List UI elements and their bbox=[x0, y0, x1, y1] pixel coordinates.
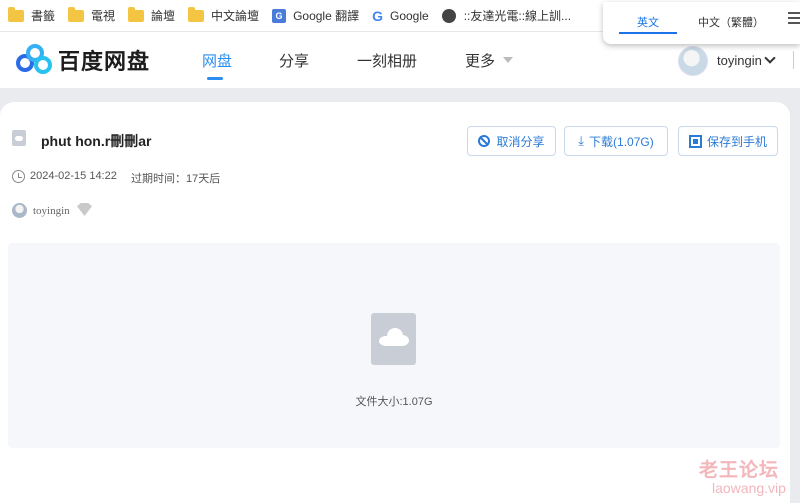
cancel-icon bbox=[478, 135, 491, 147]
translate-popup: 英文 中文（繁體） bbox=[603, 2, 800, 44]
download-label: 下载(1.07G) bbox=[589, 134, 654, 149]
folder-icon bbox=[188, 6, 205, 22]
bookmark-label: Google bbox=[389, 8, 429, 23]
google-translate-icon: G bbox=[272, 8, 287, 23]
bookmark-label: 書籤 bbox=[31, 9, 56, 23]
bookmark-label: Google 翻譯 bbox=[293, 9, 360, 23]
file-icon bbox=[12, 130, 26, 146]
nav-netdisk[interactable]: 网盘 bbox=[202, 50, 232, 71]
nav-share[interactable]: 分享 bbox=[279, 50, 309, 71]
watermark-english: laowang.vip bbox=[712, 480, 786, 496]
clock-icon bbox=[12, 170, 25, 183]
bookmark-item[interactable]: G Google 翻譯 bbox=[272, 7, 359, 24]
file-size: 文件大小:1.07G bbox=[355, 396, 433, 408]
bookmark-item[interactable]: 論壇 bbox=[128, 6, 176, 24]
nav-photos[interactable]: 一刻相册 bbox=[357, 50, 417, 71]
folder-icon bbox=[8, 6, 24, 22]
download-icon: ⤓ bbox=[578, 133, 585, 148]
google-icon: G bbox=[372, 7, 383, 24]
cancel-share-button[interactable]: 取消分享 bbox=[467, 126, 556, 156]
folder-icon bbox=[128, 6, 145, 22]
menu-icon[interactable] bbox=[788, 12, 800, 27]
nav-active-indicator bbox=[207, 77, 223, 80]
save-to-phone-label: 保存到手机 bbox=[706, 134, 767, 149]
cloud-icon bbox=[379, 328, 409, 346]
baidu-pan-logo[interactable]: 百度网盘 bbox=[16, 44, 150, 76]
username[interactable]: toyingin bbox=[717, 53, 762, 68]
share-time: 2024-02-15 14:22 bbox=[30, 170, 117, 182]
sharer-avatar bbox=[12, 203, 27, 218]
nav-more[interactable]: 更多 bbox=[465, 50, 495, 71]
watermark-chinese: 老王论坛 bbox=[699, 460, 780, 481]
sharer-name: toyingin bbox=[33, 205, 70, 217]
bookmark-label: 中文論壇 bbox=[211, 9, 260, 23]
expire-time: 过期时间：17天后 bbox=[131, 173, 221, 185]
logo-icon bbox=[16, 44, 52, 76]
header-divider bbox=[793, 51, 794, 69]
bookmark-label: 論壇 bbox=[151, 9, 176, 23]
bookmark-item[interactable]: 電視 bbox=[68, 6, 116, 24]
avatar[interactable] bbox=[678, 46, 708, 76]
bookmark-item[interactable]: ::友達光電::線上訓... bbox=[441, 7, 572, 24]
bookmark-label: ::友達光電::線上訓... bbox=[463, 9, 572, 23]
bookmark-item[interactable]: 中文論壇 bbox=[188, 6, 260, 24]
save-to-phone-button[interactable]: 保存到手机 bbox=[678, 126, 778, 156]
chevron-down-icon[interactable] bbox=[764, 52, 776, 64]
translate-option-chinese[interactable]: 中文（繁體） bbox=[689, 14, 773, 30]
qr-code-icon bbox=[688, 134, 702, 148]
bookmark-item[interactable]: 書籤 bbox=[8, 6, 56, 24]
translate-option-english[interactable]: 英文 bbox=[617, 14, 679, 30]
folder-icon bbox=[68, 6, 85, 22]
bookmark-item[interactable]: G Google bbox=[372, 8, 429, 24]
translate-active-indicator bbox=[619, 32, 677, 34]
file-name: phut hon.r刪刪ar bbox=[41, 133, 152, 149]
download-button[interactable]: ⤓ 下载(1.07G) bbox=[564, 126, 668, 156]
bookmark-label: 電視 bbox=[91, 9, 116, 23]
globe-icon bbox=[441, 8, 456, 23]
chevron-down-icon[interactable] bbox=[503, 57, 513, 63]
cancel-share-label: 取消分享 bbox=[496, 134, 545, 149]
logo-text: 百度网盘 bbox=[58, 49, 151, 74]
